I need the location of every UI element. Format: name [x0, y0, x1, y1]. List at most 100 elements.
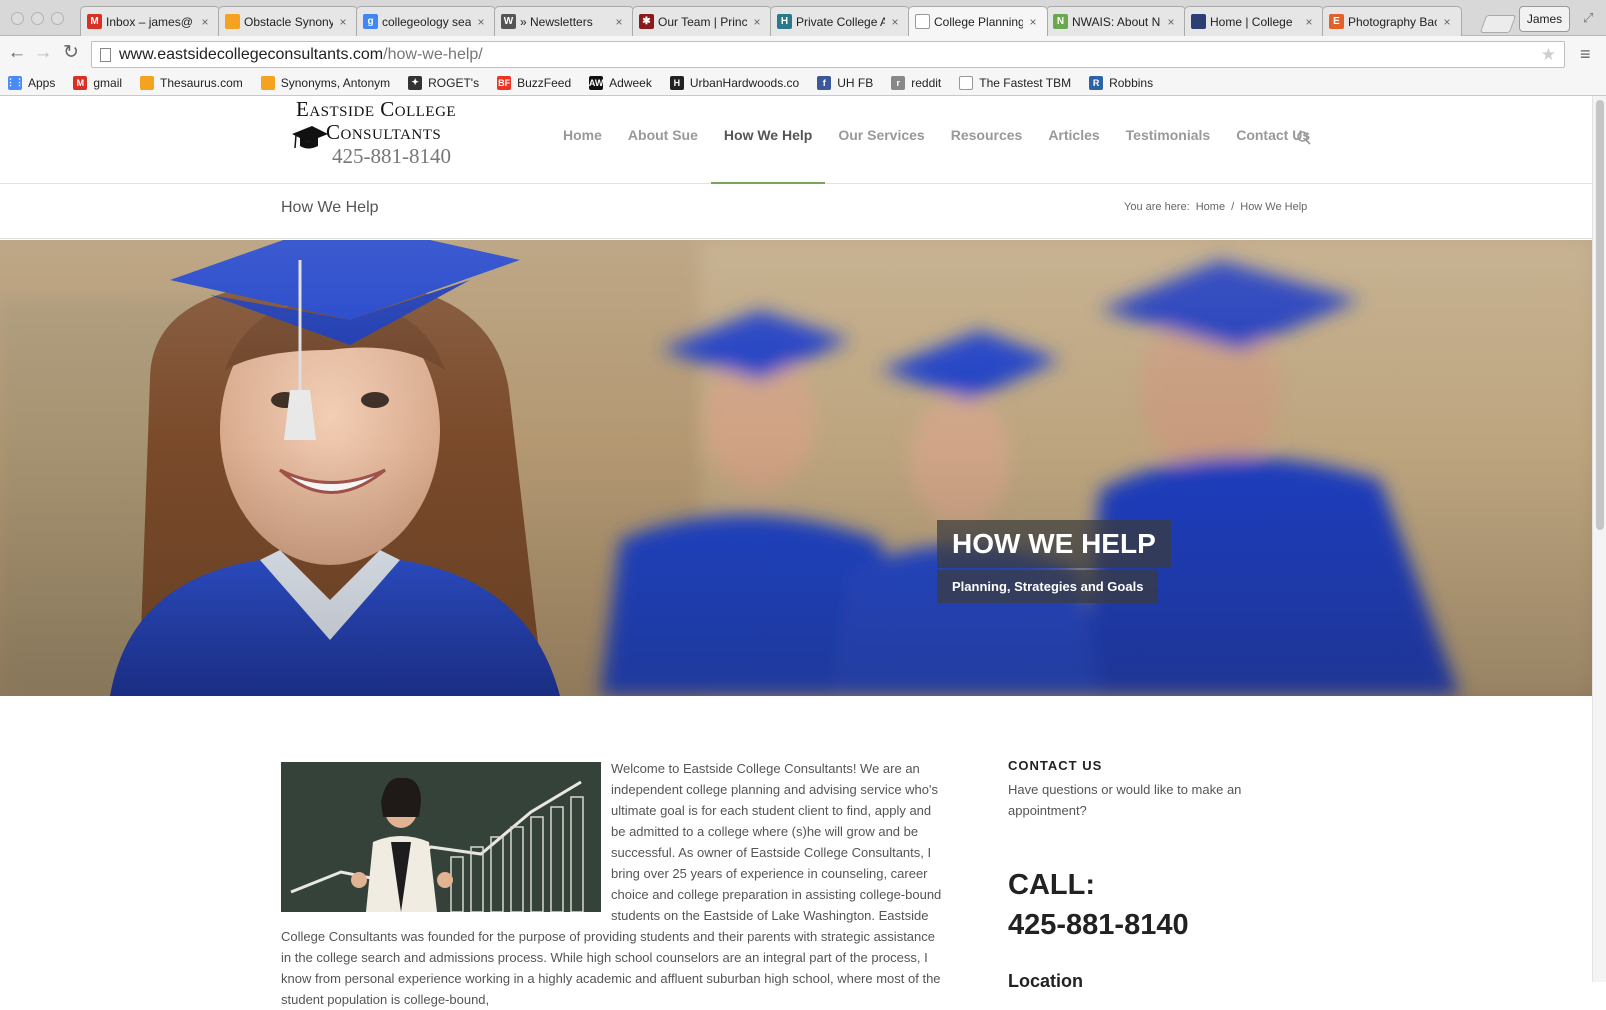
browser-tab[interactable]: ✱ Our Team | Princ × — [632, 6, 772, 36]
url-text[interactable]: www.eastsidecollegeconsultants.com/how-w… — [119, 46, 483, 64]
close-icon[interactable]: × — [1303, 15, 1315, 29]
bookmark-item[interactable]: H UrbanHardwoods.co — [669, 75, 800, 90]
h-icon: H — [777, 14, 792, 29]
browser-tab[interactable]: N NWAIS: About N × — [1046, 6, 1186, 36]
bookmark-item[interactable]: AW Adweek — [588, 75, 652, 90]
bookmark-item[interactable]: The Fastest TBM — [959, 75, 1072, 90]
search-icon[interactable] — [1296, 130, 1312, 146]
apps-grid-icon: ⋮⋮ — [6, 75, 24, 90]
bookmark-item[interactable]: BF BuzzFeed — [497, 75, 571, 90]
nav-item-about-sue[interactable]: About Sue — [615, 91, 711, 179]
asterisk-icon: ✱ — [639, 14, 654, 29]
bookmark-label: Apps — [28, 75, 56, 90]
menu-icon[interactable]: ≡ — [1580, 44, 1600, 65]
bookmark-item[interactable]: R Robbins — [1089, 75, 1154, 90]
bookmark-item[interactable]: Thesaurus.com — [140, 75, 243, 90]
shield-icon — [1191, 14, 1206, 29]
call-label: CALL: — [1008, 869, 1095, 901]
new-tab-button[interactable] — [1479, 15, 1517, 33]
tab-title: Inbox – james@ — [106, 14, 193, 29]
nav-item-home[interactable]: Home — [550, 91, 615, 179]
browser-tab[interactable]: g collegeology sea × — [356, 6, 496, 36]
logo-phone: 425-881-8140 — [332, 144, 451, 168]
window-zoom-button[interactable] — [51, 12, 64, 25]
hero-caption: HOW WE HELP Planning, Strategies and Goa… — [937, 520, 1171, 603]
browser-tab[interactable]: M Inbox – james@ × — [80, 6, 220, 36]
window-minimize-button[interactable] — [31, 12, 44, 25]
bookmark-label: gmail — [93, 75, 123, 90]
nav-item-articles[interactable]: Articles — [1035, 91, 1112, 179]
hero-banner: HOW WE HELP Planning, Strategies and Goa… — [0, 240, 1592, 696]
browser-tab[interactable]: E Photography Bac × — [1322, 6, 1462, 36]
bookmark-item[interactable]: r reddit — [891, 75, 942, 90]
page-title[interactable]: How We Help — [281, 199, 379, 217]
title-bar: How We Help You are here: Home / How We … — [0, 185, 1592, 239]
close-icon[interactable]: × — [475, 15, 487, 29]
close-icon[interactable]: × — [337, 15, 349, 29]
nav-item-how-we-help[interactable]: How We Help — [710, 91, 826, 184]
site-header: Eastside College Consultants 425-881-814… — [0, 96, 1592, 184]
tab-strip: M Inbox – james@ × Obstacle Synony × g college… — [0, 0, 1606, 36]
page-icon — [100, 47, 111, 62]
nav-item-resources[interactable]: Resources — [938, 91, 1036, 179]
address-bar[interactable]: www.eastsidecollegeconsultants.com/how-w… — [91, 41, 1565, 68]
close-icon[interactable]: × — [1441, 15, 1453, 29]
bookmark-label: Robbins — [1109, 75, 1154, 90]
back-arrow-icon[interactable]: ← — [6, 42, 28, 64]
breadcrumb: You are here: Home / How We Help — [1124, 201, 1310, 213]
bookmark-label: UH FB — [837, 75, 874, 90]
close-icon[interactable]: × — [889, 15, 901, 29]
bookmark-item[interactable]: Mgmail — [73, 75, 123, 90]
adweek-icon: AW — [588, 75, 604, 90]
profile-button[interactable]: James — [1519, 6, 1570, 32]
site-logo[interactable]: Eastside College Consultants 425-881-814… — [290, 96, 490, 170]
tab-title: collegeology sea — [382, 14, 471, 29]
url-path: /how-we-help/ — [383, 45, 483, 63]
close-icon[interactable]: × — [613, 15, 625, 29]
browser-tab[interactable]: Obstacle Synony × — [218, 6, 358, 36]
bookmark-label: reddit — [911, 75, 942, 90]
close-icon[interactable]: × — [1027, 15, 1039, 29]
browser-tab[interactable]: W » Newsletters × — [494, 6, 634, 36]
fullscreen-icon[interactable]: ⤢ — [1583, 10, 1593, 26]
forward-arrow-icon[interactable]: → — [32, 42, 54, 64]
browser-chrome: M Inbox – james@ × Obstacle Synony × g college… — [0, 0, 1606, 96]
reddit-icon: r — [891, 75, 906, 90]
browser-tab[interactable]: Home | College × — [1184, 6, 1324, 36]
breadcrumb-home-link[interactable]: Home — [1196, 201, 1225, 213]
bookmark-star-icon[interactable]: ★ — [1541, 45, 1556, 65]
logo-line-2: Consultants — [326, 120, 442, 144]
web-page: Eastside College Consultants 425-881-814… — [0, 96, 1606, 1007]
bookmark-item[interactable]: f UH FB — [817, 75, 874, 90]
breadcrumb-current[interactable]: How We Help — [1240, 201, 1307, 213]
call-block: CALL: 425-881-8140 — [1008, 865, 1308, 945]
close-icon[interactable]: × — [1165, 15, 1177, 29]
browser-tab[interactable]: H Private College A × — [770, 6, 910, 36]
call-number[interactable]: 425-881-8140 — [1008, 905, 1308, 945]
browser-tab[interactable]: College Planning × — [908, 6, 1048, 36]
bookmark-label: Thesaurus.com — [160, 75, 243, 90]
graduation-cap-icon — [292, 126, 328, 149]
close-icon[interactable]: × — [751, 15, 763, 29]
nav-item-our-services[interactable]: Our Services — [825, 91, 937, 179]
breadcrumb-prefix: You are here: — [1124, 201, 1190, 213]
reload-icon[interactable]: ↻ — [60, 42, 82, 64]
bookmark-item[interactable]: ✦ ROGET's — [408, 75, 479, 90]
bookmark-item[interactable]: ⋮⋮ Apps — [6, 75, 56, 90]
tab-title: » Newsletters — [520, 14, 593, 29]
bookmark-label: The Fastest TBM — [979, 75, 1072, 90]
bookmark-item[interactable]: Synonyms, Antonym — [260, 75, 390, 90]
window-close-button[interactable] — [11, 12, 24, 25]
student-chart-photo — [281, 762, 601, 912]
close-icon[interactable]: × — [199, 15, 211, 29]
gmail-icon: M — [87, 14, 102, 29]
gmail-icon: M — [73, 75, 88, 90]
nav-item-testimonials[interactable]: Testimonials — [1113, 91, 1224, 179]
tab-title: Photography Bac — [1348, 14, 1437, 29]
hero-subheading: Planning, Strategies and Goals — [937, 570, 1159, 603]
facebook-icon: f — [817, 75, 832, 90]
bookmark-label: UrbanHardwoods.co — [689, 75, 800, 90]
thesaurus-icon — [225, 14, 240, 29]
page-scrollbar[interactable] — [1592, 96, 1606, 982]
scrollbar-thumb[interactable] — [1596, 100, 1604, 530]
